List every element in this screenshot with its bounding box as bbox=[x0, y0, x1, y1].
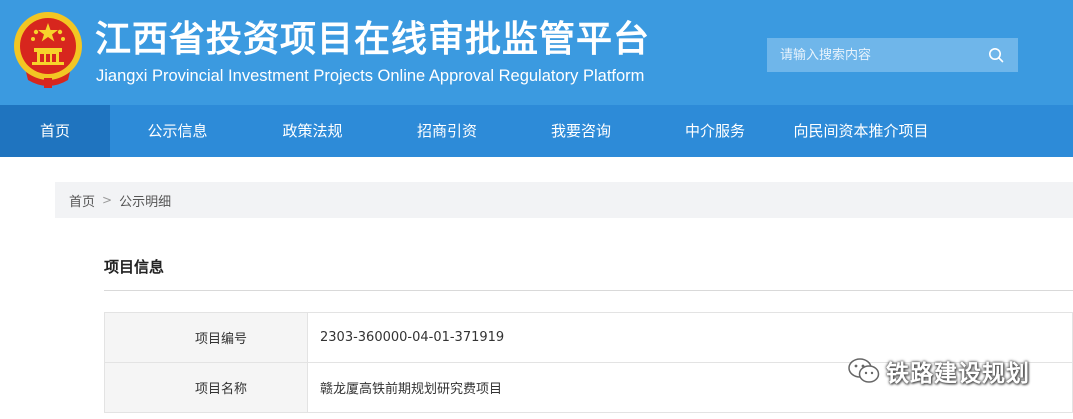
nav-item-investment-promotion[interactable]: 招商引资 bbox=[380, 105, 514, 157]
breadcrumb-home-link[interactable]: 首页 bbox=[69, 191, 95, 210]
breadcrumb: 首页 > 公示明细 bbox=[55, 182, 1073, 218]
section-title: 项目信息 bbox=[104, 258, 165, 276]
project-number-label: 项目编号 bbox=[104, 312, 308, 363]
search-box bbox=[767, 38, 1018, 72]
nav-item-intermediary-services[interactable]: 中介服务 bbox=[648, 105, 782, 157]
watermark: 铁路建设规划 bbox=[848, 354, 1030, 388]
nav-item-consultation[interactable]: 我要咨询 bbox=[514, 105, 648, 157]
project-name-label: 项目名称 bbox=[104, 362, 308, 413]
watermark-text: 铁路建设规划 bbox=[886, 361, 1030, 387]
site-title: 江西省投资项目在线审批监管平台 bbox=[95, 19, 651, 60]
wechat-icon bbox=[848, 358, 880, 383]
breadcrumb-current: 公示明细 bbox=[119, 194, 172, 210]
page: 江西省投资项目在线审批监管平台 Jiangxi Provincial Inves… bbox=[0, 0, 1073, 419]
site-header: 江西省投资项目在线审批监管平台 Jiangxi Provincial Inves… bbox=[0, 0, 1073, 105]
main-nav: 首页 公示信息 政策法规 招商引资 我要咨询 中介服务 向民间资本推介项目 bbox=[0, 105, 1073, 157]
site-subtitle: Jiangxi Provincial Investment Projects O… bbox=[96, 67, 645, 85]
search-button[interactable] bbox=[974, 38, 1018, 72]
search-icon bbox=[989, 48, 1004, 63]
breadcrumb-separator: > bbox=[102, 193, 113, 207]
nav-item-home[interactable]: 首页 bbox=[0, 105, 110, 157]
search-input[interactable] bbox=[767, 38, 977, 72]
section-divider bbox=[104, 290, 1073, 291]
nav-item-private-capital-projects[interactable]: 向民间资本推介项目 bbox=[782, 105, 940, 157]
national-emblem-icon bbox=[14, 12, 82, 88]
nav-item-policies[interactable]: 政策法规 bbox=[245, 105, 380, 157]
nav-item-public-info[interactable]: 公示信息 bbox=[110, 105, 245, 157]
